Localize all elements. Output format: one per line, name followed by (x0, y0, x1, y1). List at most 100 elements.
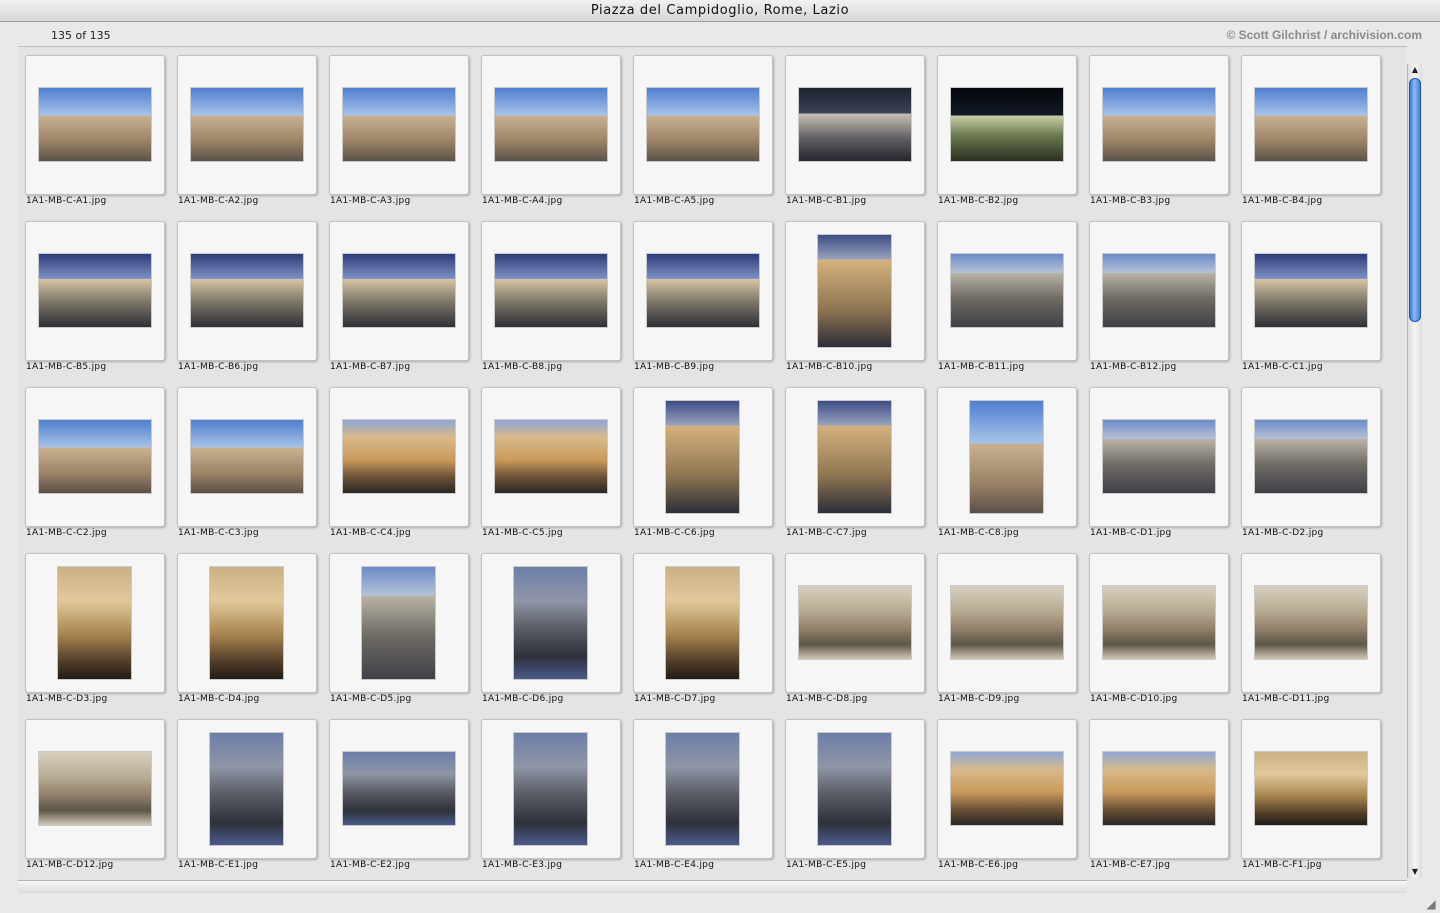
thumbnail-item[interactable]: 1A1-MB-C-C7.jpg (784, 386, 936, 552)
thumbnail-frame[interactable] (481, 387, 621, 527)
thumbnail-frame[interactable] (481, 221, 621, 361)
thumbnail-item[interactable]: 1A1-MB-C-D9.jpg (936, 552, 1088, 718)
thumbnail-frame[interactable] (481, 55, 621, 195)
thumbnail-frame[interactable] (25, 553, 165, 693)
thumbnail-image[interactable] (1255, 254, 1367, 327)
thumbnail-frame[interactable] (937, 221, 1077, 361)
thumbnail-item[interactable]: 1A1-MB-C-B11.jpg (936, 220, 1088, 386)
thumbnail-image[interactable] (1103, 752, 1215, 825)
thumbnail-image[interactable] (343, 254, 455, 327)
thumbnail-frame[interactable] (1089, 719, 1229, 859)
thumbnail-image[interactable] (666, 401, 739, 513)
thumbnail-frame[interactable] (785, 553, 925, 693)
thumbnail-image[interactable] (647, 88, 759, 161)
thumbnail-image[interactable] (39, 254, 151, 327)
thumbnail-item[interactable]: 1A1-MB-C-D4.jpg (176, 552, 328, 718)
thumbnail-item[interactable]: 1A1-MB-C-A1.jpg (24, 54, 176, 220)
thumbnail-frame[interactable] (937, 719, 1077, 859)
thumbnail-image[interactable] (1255, 586, 1367, 659)
vertical-scrollbar[interactable]: ▲ ▼ (1407, 64, 1422, 878)
thumbnail-image[interactable] (39, 420, 151, 493)
thumbnail-image[interactable] (666, 567, 739, 679)
thumbnail-item[interactable]: 1A1-MB-C-B5.jpg (24, 220, 176, 386)
thumbnail-item[interactable]: 1A1-MB-C-B4.jpg (1240, 54, 1392, 220)
thumbnail-image[interactable] (666, 733, 739, 845)
resize-grip-icon[interactable]: ◢ (1424, 897, 1438, 911)
thumbnail-image[interactable] (58, 567, 131, 679)
thumbnail-frame[interactable] (177, 719, 317, 859)
thumbnail-image[interactable] (514, 733, 587, 845)
thumbnail-frame[interactable] (329, 553, 469, 693)
thumbnail-frame[interactable] (937, 553, 1077, 693)
thumbnail-image[interactable] (495, 88, 607, 161)
thumbnail-item[interactable]: 1A1-MB-C-D10.jpg (1088, 552, 1240, 718)
thumbnail-image[interactable] (191, 420, 303, 493)
thumbnail-image[interactable] (1255, 752, 1367, 825)
thumbnail-image[interactable] (495, 254, 607, 327)
thumbnail-image[interactable] (210, 567, 283, 679)
thumbnail-item[interactable]: 1A1-MB-C-B10.jpg (784, 220, 936, 386)
thumbnail-item[interactable]: 1A1-MB-C-D7.jpg (632, 552, 784, 718)
thumbnail-item[interactable]: 1A1-MB-C-C2.jpg (24, 386, 176, 552)
thumbnail-image[interactable] (343, 752, 455, 825)
thumbnail-frame[interactable] (1241, 387, 1381, 527)
thumbnail-item[interactable]: 1A1-MB-C-E4.jpg (632, 718, 784, 881)
thumbnail-image[interactable] (799, 586, 911, 659)
thumbnail-item[interactable]: 1A1-MB-C-B8.jpg (480, 220, 632, 386)
thumbnail-item[interactable]: 1A1-MB-C-D8.jpg (784, 552, 936, 718)
thumbnail-frame[interactable] (1089, 221, 1229, 361)
thumbnail-frame[interactable] (633, 221, 773, 361)
thumbnail-image[interactable] (970, 401, 1043, 513)
thumbnail-item[interactable]: 1A1-MB-C-D11.jpg (1240, 552, 1392, 718)
thumbnail-image[interactable] (818, 401, 891, 513)
thumbnail-frame[interactable] (937, 55, 1077, 195)
thumbnail-item[interactable]: 1A1-MB-C-C1.jpg (1240, 220, 1392, 386)
thumbnail-image[interactable] (191, 254, 303, 327)
thumbnail-item[interactable]: 1A1-MB-C-E6.jpg (936, 718, 1088, 881)
thumbnail-image[interactable] (1103, 420, 1215, 493)
arrow-down-icon[interactable]: ▼ (1408, 866, 1422, 878)
thumbnail-item[interactable]: 1A1-MB-C-D6.jpg (480, 552, 632, 718)
thumbnail-image[interactable] (799, 88, 911, 161)
thumbnail-image[interactable] (647, 254, 759, 327)
thumbnail-item[interactable]: 1A1-MB-C-A5.jpg (632, 54, 784, 220)
thumbnail-image[interactable] (343, 88, 455, 161)
thumbnail-frame[interactable] (329, 55, 469, 195)
thumbnail-frame[interactable] (785, 719, 925, 859)
thumbnail-item[interactable]: 1A1-MB-C-E1.jpg (176, 718, 328, 881)
thumbnail-frame[interactable] (177, 553, 317, 693)
thumbnail-item[interactable]: 1A1-MB-C-E3.jpg (480, 718, 632, 881)
thumbnail-item[interactable]: 1A1-MB-C-B1.jpg (784, 54, 936, 220)
thumbnail-image[interactable] (1103, 586, 1215, 659)
thumbnail-image[interactable] (1103, 88, 1215, 161)
thumbnail-frame[interactable] (1241, 221, 1381, 361)
thumbnail-frame[interactable] (25, 719, 165, 859)
horizontal-scrollbar[interactable] (18, 880, 1407, 893)
thumbnail-frame[interactable] (25, 221, 165, 361)
thumbnail-item[interactable]: 1A1-MB-C-C4.jpg (328, 386, 480, 552)
thumbnail-image[interactable] (362, 567, 435, 679)
thumbnail-item[interactable]: 1A1-MB-C-B7.jpg (328, 220, 480, 386)
thumbnail-item[interactable]: 1A1-MB-C-B9.jpg (632, 220, 784, 386)
thumbnail-item[interactable]: 1A1-MB-C-D12.jpg (24, 718, 176, 881)
thumbnail-item[interactable]: 1A1-MB-C-F1.jpg (1240, 718, 1392, 881)
thumbnail-item[interactable]: 1A1-MB-C-B6.jpg (176, 220, 328, 386)
thumbnail-frame[interactable] (785, 221, 925, 361)
thumbnail-item[interactable]: 1A1-MB-C-E7.jpg (1088, 718, 1240, 881)
thumbnail-image[interactable] (1255, 88, 1367, 161)
thumbnail-frame[interactable] (937, 387, 1077, 527)
thumbnail-frame[interactable] (481, 719, 621, 859)
thumbnail-image[interactable] (1255, 420, 1367, 493)
thumbnail-frame[interactable] (177, 221, 317, 361)
thumbnail-frame[interactable] (329, 719, 469, 859)
thumbnail-item[interactable]: 1A1-MB-C-A2.jpg (176, 54, 328, 220)
thumbnail-frame[interactable] (633, 719, 773, 859)
thumbnail-frame[interactable] (25, 387, 165, 527)
thumbnail-image[interactable] (818, 733, 891, 845)
thumbnail-item[interactable]: 1A1-MB-C-A3.jpg (328, 54, 480, 220)
thumbnail-image[interactable] (951, 586, 1063, 659)
thumbnail-frame[interactable] (481, 553, 621, 693)
thumbnail-frame[interactable] (1241, 553, 1381, 693)
thumbnail-item[interactable]: 1A1-MB-C-C8.jpg (936, 386, 1088, 552)
thumbnail-frame[interactable] (633, 55, 773, 195)
